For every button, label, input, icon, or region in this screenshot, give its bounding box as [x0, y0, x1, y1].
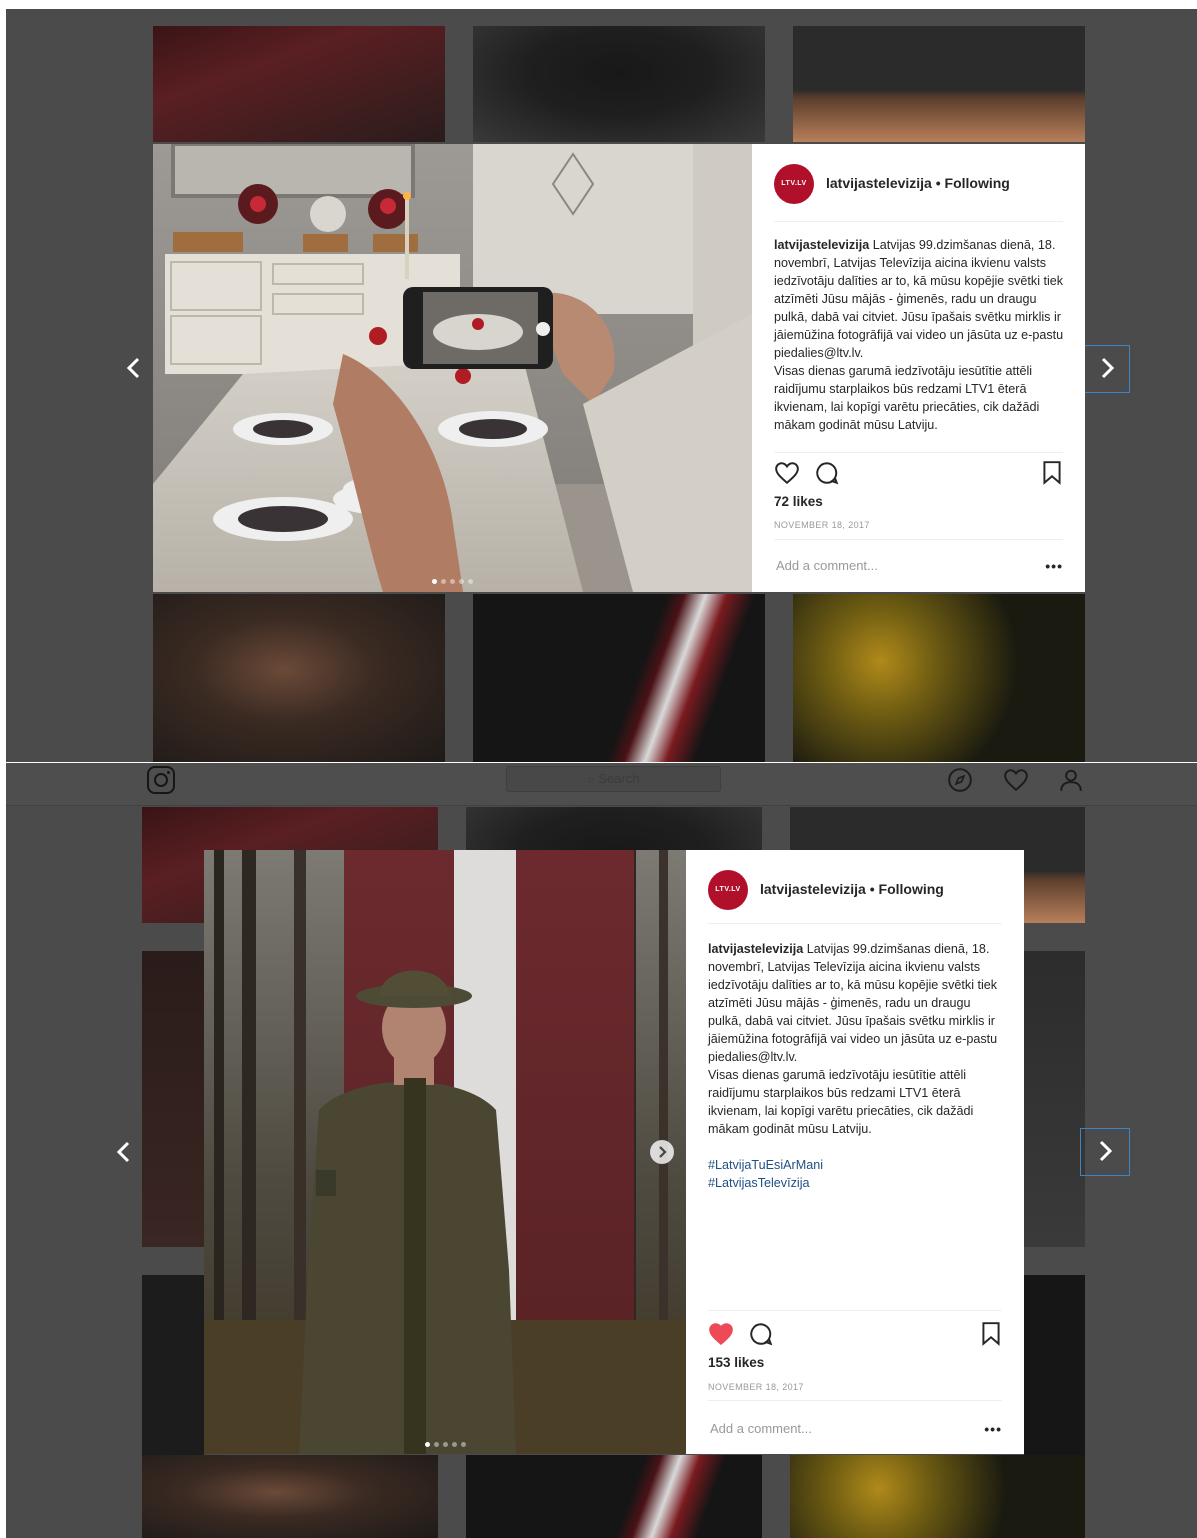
chevron-right-icon	[1099, 1140, 1113, 1162]
likes-count[interactable]: 72 likes	[774, 494, 823, 509]
hashtag-link[interactable]: #LatvijasTelevīzija	[708, 1174, 1006, 1192]
caption-text: Latvijas 99.dzimšanas dienā, 18. novembr…	[708, 942, 998, 1064]
top-nav-bar: ⌕ Search	[6, 763, 1197, 806]
carousel-dot	[450, 579, 455, 584]
add-comment-input[interactable]: Add a comment...	[776, 558, 878, 573]
chevron-right-icon	[659, 1146, 667, 1158]
post-header-text: latvijastelevizija • Following	[826, 175, 1010, 191]
post-modal-screenshot-2: ⌕ Search LTV.LV latvijastelevizija • Fol…	[6, 763, 1197, 1538]
divider	[708, 1310, 1002, 1311]
caption-paragraph: latvijastelevizija Latvijas 99.dzimšanas…	[708, 940, 1006, 1066]
grid-photo[interactable]	[142, 951, 204, 1247]
grid-photo[interactable]	[1024, 951, 1085, 1247]
carousel-dot	[451, 1442, 457, 1447]
previous-post-button[interactable]	[120, 351, 148, 385]
post-header-text: latvijastelevizija • Following	[760, 881, 944, 897]
comment-icon[interactable]	[814, 460, 840, 486]
divider	[774, 539, 1063, 540]
dining-table-photo	[153, 144, 752, 592]
chevron-left-icon	[116, 1141, 130, 1163]
grid-photo[interactable]	[473, 594, 765, 762]
divider	[774, 452, 1063, 453]
likes-count[interactable]: 153 likes	[708, 1355, 764, 1370]
hashtag-list: #LatvijaTuEsiArMani #LatvijasTelevīzija	[708, 1156, 1006, 1192]
grid-photo[interactable]	[153, 594, 445, 762]
hashtag-link[interactable]: #LatvijaTuEsiArMani	[708, 1156, 1006, 1174]
carousel-dot	[459, 579, 464, 584]
bookmark-icon[interactable]	[1041, 460, 1063, 486]
carousel-next-button[interactable]	[650, 1140, 674, 1164]
more-options-button[interactable]: •••	[1045, 558, 1063, 574]
chevron-left-icon	[126, 357, 140, 379]
carousel-dot	[460, 1442, 466, 1447]
follow-status[interactable]: • Following	[870, 881, 944, 897]
grid-photo[interactable]	[142, 1455, 438, 1538]
grid-photo[interactable]	[793, 594, 1085, 762]
carousel-indicator	[153, 571, 752, 589]
divider	[708, 923, 1002, 924]
post-details-panel: LTV.LV latvijastelevizija • Following la…	[752, 144, 1085, 592]
more-options-button[interactable]: •••	[984, 1421, 1002, 1437]
caption-paragraph: latvijastelevizija Latvijas 99.dzimšanas…	[774, 236, 1067, 362]
heart-icon[interactable]	[774, 460, 800, 486]
grid-photo[interactable]	[466, 1455, 762, 1538]
post-details-panel: LTV.LV latvijastelevizija • Following la…	[686, 850, 1024, 1454]
post-image[interactable]	[204, 850, 686, 1454]
heart-icon[interactable]	[1003, 767, 1029, 793]
username-link[interactable]: latvijastelevizija	[826, 175, 932, 191]
post-caption: latvijastelevizija Latvijas 99.dzimšanas…	[774, 236, 1067, 434]
search-input[interactable]: ⌕ Search	[506, 766, 721, 792]
divider	[774, 221, 1063, 222]
search-placeholder: Search	[598, 771, 640, 786]
caption-username[interactable]: latvijastelevizija	[774, 238, 869, 252]
caption-text: Latvijas 99.dzimšanas dienā, 18. novembr…	[774, 238, 1064, 360]
carousel-dot	[442, 1442, 448, 1447]
post-actions	[708, 1321, 1002, 1349]
grid-photo[interactable]	[790, 1455, 1085, 1538]
post-header: LTV.LV latvijastelevizija • Following	[774, 164, 1063, 206]
heart-filled-icon[interactable]	[708, 1321, 734, 1347]
caption-paragraph: Visas dienas garumā iedzīvotāju iesūtīti…	[708, 1068, 974, 1136]
grid-photo[interactable]	[153, 26, 445, 142]
post-actions	[774, 460, 1063, 488]
bookmark-icon[interactable]	[980, 1321, 1002, 1347]
post-date[interactable]: NOVEMBER 18, 2017	[708, 1382, 804, 1392]
username-link[interactable]: latvijastelevizija	[760, 881, 866, 897]
carousel-dot	[432, 579, 437, 584]
avatar[interactable]: LTV.LV	[774, 164, 814, 204]
follow-status[interactable]: • Following	[936, 175, 1010, 191]
next-post-button[interactable]	[1084, 345, 1130, 393]
soldier-with-flag-photo	[204, 850, 686, 1454]
grid-photo[interactable]	[793, 26, 1085, 142]
carousel-dot	[468, 579, 473, 584]
previous-post-button[interactable]	[110, 1135, 138, 1169]
next-post-button[interactable]	[1080, 1128, 1130, 1176]
post-date[interactable]: NOVEMBER 18, 2017	[774, 520, 870, 530]
carousel-indicator	[204, 1434, 686, 1452]
avatar[interactable]: LTV.LV	[708, 870, 748, 910]
caption-paragraph: Visas dienas garumā iedzīvotāju iesūtīti…	[774, 364, 1040, 432]
instagram-logo-icon[interactable]	[147, 766, 175, 794]
post-caption: latvijastelevizija Latvijas 99.dzimšanas…	[708, 940, 1006, 1192]
carousel-dot	[433, 1442, 439, 1447]
grid-photo[interactable]	[473, 26, 765, 142]
add-comment-input[interactable]: Add a comment...	[710, 1421, 812, 1436]
divider	[708, 1400, 1002, 1401]
search-icon: ⌕	[587, 771, 595, 786]
caption-username[interactable]: latvijastelevizija	[708, 942, 803, 956]
comment-icon[interactable]	[748, 1321, 774, 1347]
post-modal-screenshot-1: LTV.LV latvijastelevizija • Following la…	[6, 9, 1197, 762]
user-icon[interactable]	[1058, 767, 1084, 793]
chevron-right-icon	[1101, 357, 1115, 379]
compass-icon[interactable]	[947, 767, 973, 793]
carousel-dot	[424, 1442, 430, 1447]
carousel-dot	[441, 579, 446, 584]
post-image[interactable]	[153, 144, 752, 592]
post-header: LTV.LV latvijastelevizija • Following	[708, 870, 1002, 912]
